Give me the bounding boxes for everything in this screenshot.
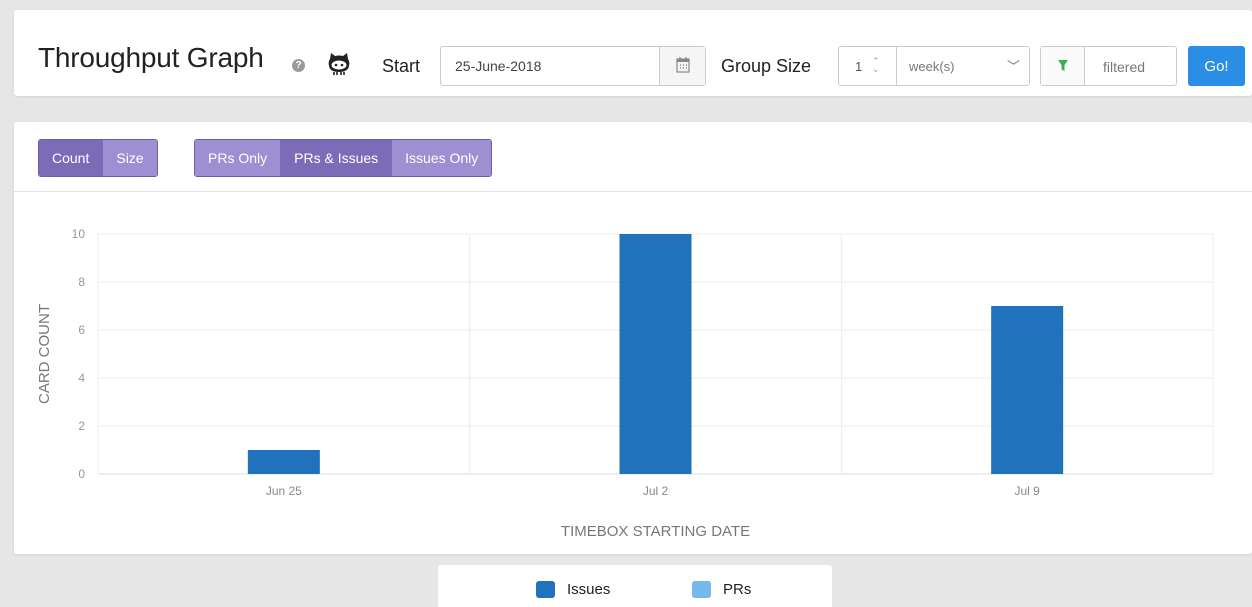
github-octocat-icon[interactable] [325,50,353,78]
legend-swatch-prs [692,581,711,598]
throughput-chart: 0 2 4 6 8 10 Jun 25 Jul 2 Jul 9 TIMEBOX STARTING … [36,227,1214,540]
group-size-label: Group Size [721,56,812,76]
y-tick-label: 8 [78,275,85,289]
chart-panel: Count Size PRs Only PRs & Issues Issues … [14,122,1252,554]
filter-icon [1058,60,1068,71]
legend-label-issues: Issues [567,581,611,598]
legend-item-prs[interactable]: PRs [692,581,751,598]
x-tick-label: Jul 2 [643,484,669,498]
calendar-icon [676,57,690,73]
question-circle-icon[interactable]: ? [292,59,305,72]
filter-button[interactable] [1041,47,1085,85]
start-date-value: 25-June-2018 [455,58,542,74]
filter-value: filtered [1103,59,1146,75]
chart-legend: Issues PRs [438,565,832,607]
calendar-button[interactable] [659,47,705,85]
legend-item-issues[interactable]: Issues [536,581,610,598]
legend-label-prs: PRs [723,581,752,598]
bar-issues [247,450,320,474]
divider [896,47,897,85]
y-tick-label: 2 [78,419,85,433]
y-tick-label: 0 [78,467,85,481]
header-panel: Throughput Graph ? Start 25-June-2018 Gr… [14,10,1252,96]
stepper-icon[interactable]: ⌃ ⌄ [872,57,880,74]
bar-issues [619,234,692,474]
group-unit-select[interactable]: week(s) [909,59,955,74]
x-axis-label: TIMEBOX STARTING DATE [561,523,750,540]
filter-control: filtered [1040,46,1177,86]
x-tick-label: Jul 9 [1014,484,1040,498]
y-tick-label: 10 [72,227,86,241]
bar-issues [991,306,1064,474]
group-size-control: 1 ⌃ ⌄ week(s) ﹀ [838,46,1030,86]
y-axis-label: CARD COUNT [36,304,53,404]
y-tick-label: 6 [78,323,85,337]
page-title: Throughput Graph [38,42,264,73]
start-label: Start [382,56,421,76]
go-button[interactable]: Go! [1188,46,1245,86]
legend-swatch-issues [536,581,555,598]
group-size-input[interactable]: 1 [855,59,862,74]
x-tick-label: Jun 25 [266,484,302,498]
start-date-input[interactable]: 25-June-2018 [440,46,706,86]
y-tick-label: 4 [78,371,85,385]
chevron-down-icon[interactable]: ﹀ [1007,56,1020,75]
